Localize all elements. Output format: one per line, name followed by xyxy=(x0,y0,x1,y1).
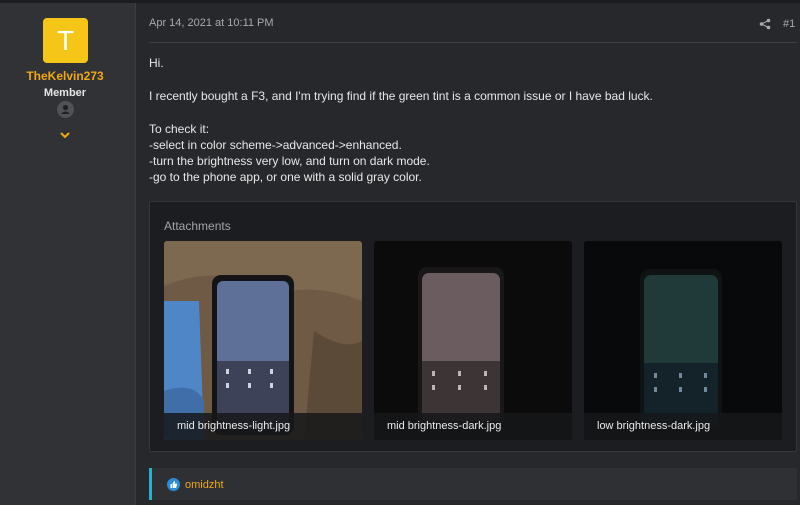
attachment-caption[interactable]: mid brightness-dark.jpg xyxy=(374,413,572,440)
post-line: Hi. xyxy=(149,56,164,70)
attachments-block: Attachments mid brightness-light.jpg mid… xyxy=(149,201,797,452)
post-line: -go to the phone app, or one with a soli… xyxy=(149,170,422,184)
post-line: I recently bought a F3, and I'm trying f… xyxy=(149,89,653,103)
attachment-thumbnail[interactable]: mid brightness-light.jpg xyxy=(164,241,362,440)
reactions-bar: omidzht xyxy=(149,468,797,500)
chevron-down-icon[interactable] xyxy=(58,127,72,145)
attachment-caption[interactable]: low brightness-dark.jpg xyxy=(584,413,782,440)
attachments-title: Attachments xyxy=(164,219,231,233)
post-date-link[interactable]: Apr 14, 2021 at 10:11 PM xyxy=(149,17,274,29)
reaction-user-link[interactable]: omidzht xyxy=(185,479,224,491)
user-status-icon xyxy=(57,101,74,118)
username-link[interactable]: TheKelvin273 xyxy=(0,69,130,83)
like-icon[interactable] xyxy=(167,478,180,496)
user-title: Member xyxy=(43,87,87,99)
post-number-link[interactable]: #1 xyxy=(783,18,795,30)
attachment-thumbnail[interactable]: mid brightness-dark.jpg xyxy=(374,241,572,440)
divider xyxy=(149,42,797,43)
share-icon[interactable] xyxy=(759,17,771,35)
user-sidebar: T TheKelvin273 Member xyxy=(0,3,136,505)
post-main: Apr 14, 2021 at 10:11 PM #1 Hi. I recent… xyxy=(137,3,800,505)
attachment-thumbnail[interactable]: low brightness-dark.jpg xyxy=(584,241,782,440)
post-line: -turn the brightness very low, and turn … xyxy=(149,154,430,168)
post-body: Hi. I recently bought a F3, and I'm tryi… xyxy=(149,55,789,185)
avatar[interactable]: T xyxy=(43,18,88,63)
post-line: To check it: xyxy=(149,122,210,136)
post-line: -select in color scheme->advanced->enhan… xyxy=(149,138,402,152)
attachment-caption[interactable]: mid brightness-light.jpg xyxy=(164,413,362,440)
